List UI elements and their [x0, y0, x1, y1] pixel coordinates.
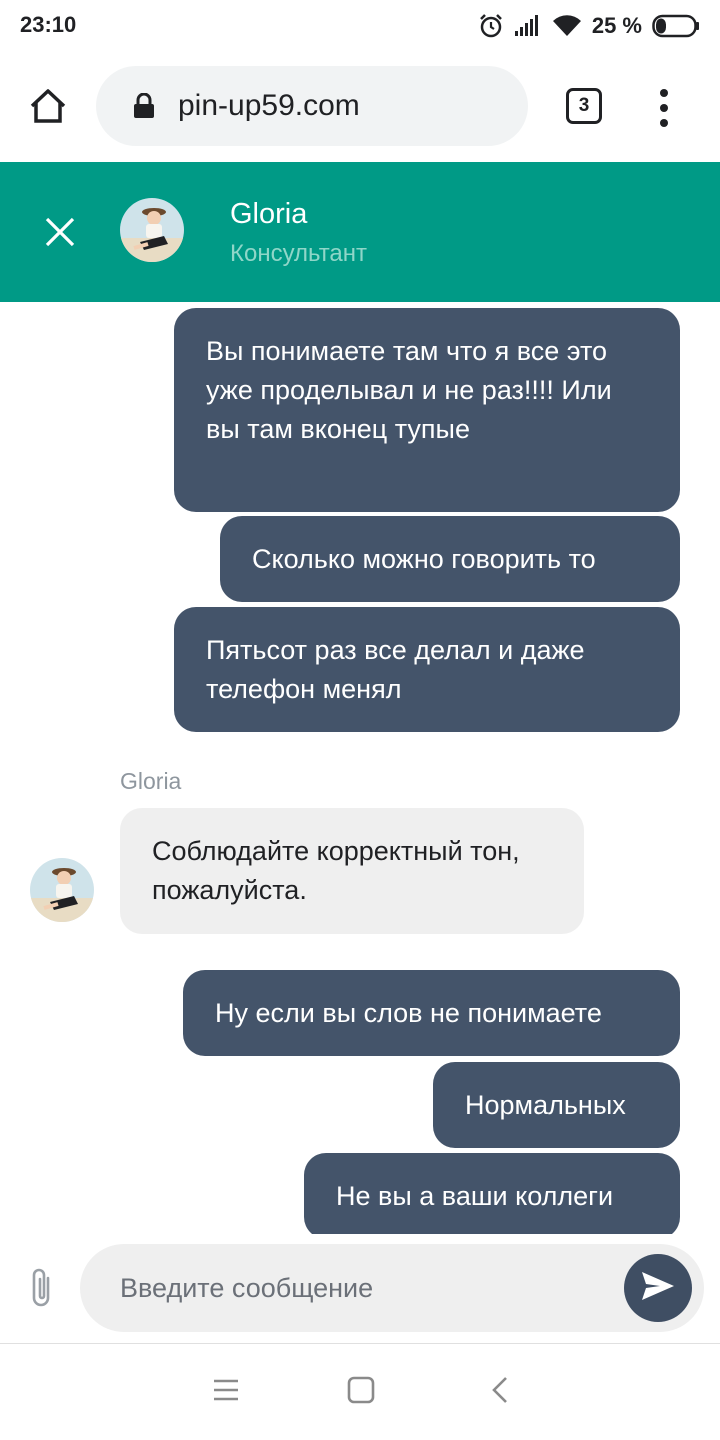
status-icons: 25 % [478, 10, 700, 42]
browser-toolbar: pin-up59.com 3 [0, 52, 720, 162]
status-bar: 23:10 25 % [0, 0, 720, 52]
message-text: Нормальных [465, 1090, 626, 1120]
message-input[interactable] [120, 1244, 600, 1332]
agent-role: Консультант [230, 240, 368, 267]
user-message: Ну если вы слов не понимаете [183, 970, 680, 1056]
user-message: Вы понимаете там что я все это уже проде… [174, 308, 680, 512]
message-text: Пятьсот раз все делал и даже телефон мен… [206, 635, 585, 704]
tab-count: 3 [578, 95, 590, 116]
more-menu-dot [660, 104, 668, 112]
recent-apps-button[interactable] [210, 1376, 242, 1408]
back-nav-button[interactable] [484, 1376, 516, 1408]
attach-button[interactable] [26, 1266, 60, 1310]
status-time: 23:10 [20, 12, 77, 37]
message-text: Соблюдайте корректный тон, пожалуйста. [152, 836, 520, 905]
square-icon [347, 1376, 375, 1409]
message-text: Ну если вы слов не понимаете [215, 998, 602, 1028]
user-message: Не вы а ваши коллеги [304, 1153, 680, 1234]
signal-icon [514, 15, 542, 37]
user-message: Нормальных [433, 1062, 680, 1148]
message-list[interactable]: Вы понимаете там что я все это уже проде… [0, 302, 720, 1234]
wifi-icon [552, 14, 582, 38]
more-menu-dot [660, 119, 668, 127]
agent-avatar [30, 858, 94, 922]
alarm-icon [478, 13, 504, 39]
url-bar[interactable]: pin-up59.com [96, 66, 528, 146]
url-text: pin-up59.com [178, 89, 360, 122]
home-button[interactable] [22, 82, 74, 134]
tabs-button[interactable]: 3 [566, 88, 602, 124]
message-input-container [80, 1244, 704, 1332]
home-nav-button[interactable] [345, 1376, 377, 1408]
paperclip-icon [26, 1268, 60, 1314]
back-chevron-icon [490, 1376, 510, 1409]
lock-icon [132, 92, 156, 120]
send-icon [640, 1270, 676, 1307]
message-text: Вы понимаете там что я все это уже проде… [206, 336, 612, 444]
user-message: Пятьсот раз все делал и даже телефон мен… [174, 607, 680, 732]
agent-avatar [120, 198, 184, 262]
home-icon [28, 88, 68, 129]
agent-message: Соблюдайте корректный тон, пожалуйста. [120, 808, 584, 934]
user-message: Сколько можно говорить то [220, 516, 680, 602]
close-chat-button[interactable] [40, 212, 80, 252]
message-text: Не вы а ваши коллеги [336, 1181, 614, 1211]
agent-name: Gloria [230, 198, 308, 230]
close-icon [40, 217, 80, 256]
chat-header: Gloria Консультант [0, 162, 720, 302]
agent-sender-label: Gloria [120, 768, 182, 794]
message-composer [0, 1234, 720, 1344]
system-nav-bar [0, 1344, 720, 1440]
battery-percent: 25 % [591, 13, 642, 38]
battery-icon [652, 14, 700, 38]
more-menu-button[interactable] [648, 86, 680, 130]
send-button[interactable] [624, 1254, 692, 1322]
message-text: Сколько можно говорить то [252, 544, 596, 574]
menu-lines-icon [213, 1379, 239, 1406]
more-menu-icon [660, 89, 668, 97]
